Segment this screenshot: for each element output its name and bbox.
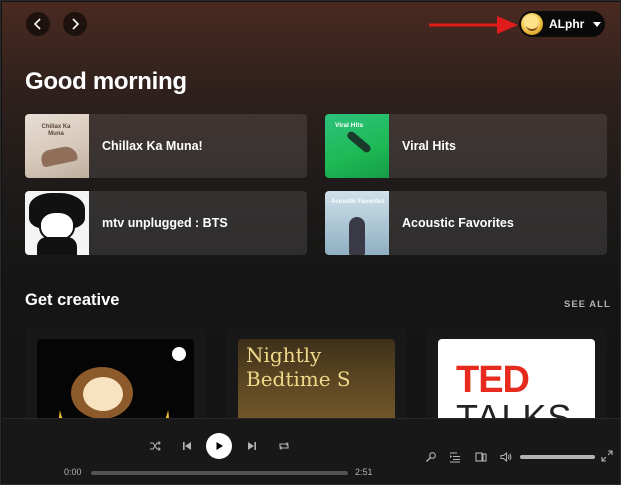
devices-button[interactable]: [474, 450, 488, 464]
user-menu-button[interactable]: ALphr: [519, 11, 605, 37]
section-title: Get creative: [25, 291, 120, 309]
player-bar: 0:00 2:51: [2, 418, 620, 484]
lyrics-button[interactable]: [424, 450, 438, 464]
card-art-text: Nightly Bedtime S: [246, 343, 351, 391]
back-button[interactable]: [26, 12, 50, 36]
duration-time: 2:51: [355, 467, 373, 477]
main-view: ALphr Good morning Chillax Ka Muna Chill…: [2, 2, 620, 418]
volume-slider[interactable]: [520, 455, 595, 459]
cover-text: Acoustic Favorites: [331, 199, 385, 205]
devices-icon: [475, 452, 487, 462]
card-art: TED TALKS: [438, 339, 595, 418]
shortcut-label: Viral Hits: [402, 139, 456, 153]
playlist-cover: Acoustic Favorites: [325, 191, 389, 255]
shortcut-label: Acoustic Favorites: [402, 216, 514, 230]
card-sleep[interactable]: [25, 327, 206, 418]
fullscreen-icon: [601, 450, 613, 462]
cover-text: Chillax Ka Muna: [41, 124, 71, 137]
chevron-left-icon: [33, 18, 41, 30]
queue-button[interactable]: [448, 450, 462, 464]
playlist-cover: Viral Hits: [325, 114, 389, 178]
shortcut-mtv-unplugged-bts[interactable]: mtv unplugged : BTS: [25, 191, 307, 255]
shortcut-label: mtv unplugged : BTS: [102, 216, 228, 230]
cover-text: Viral Hits: [335, 122, 364, 129]
playlist-cover: Chillax Ka Muna: [25, 114, 89, 178]
volume-icon: [500, 451, 512, 463]
forward-button[interactable]: [63, 12, 87, 36]
card-art: [37, 339, 194, 418]
queue-icon: [450, 452, 460, 463]
progress-bar[interactable]: [91, 471, 348, 475]
skip-forward-icon: [248, 442, 256, 450]
shuffle-button[interactable]: [148, 439, 162, 453]
shuffle-icon: [150, 441, 161, 451]
chevron-right-icon: [72, 18, 80, 30]
play-button[interactable]: [206, 433, 232, 459]
user-name: ALphr: [549, 17, 585, 31]
card-ted-talks[interactable]: TED TALKS: [426, 327, 607, 418]
shortcut-chillax[interactable]: Chillax Ka Muna Chillax Ka Muna!: [25, 114, 307, 178]
volume-button[interactable]: [499, 450, 513, 464]
play-icon: [216, 442, 223, 450]
previous-button[interactable]: [180, 439, 194, 453]
avatar: [521, 13, 543, 35]
shortcut-label: Chillax Ka Muna!: [102, 139, 203, 153]
see-all-link[interactable]: SEE ALL: [564, 299, 611, 310]
next-button[interactable]: [245, 439, 259, 453]
card-art: Nightly Bedtime S: [238, 339, 395, 418]
shortcut-acoustic-favorites[interactable]: Acoustic Favorites Acoustic Favorites: [325, 191, 607, 255]
playlist-cover: [25, 191, 89, 255]
app-window: ALphr Good morning Chillax Ka Muna Chill…: [0, 0, 621, 485]
annotation-arrow: [429, 16, 518, 34]
caret-down-icon: [593, 21, 602, 27]
fullscreen-button[interactable]: [601, 450, 613, 462]
repeat-icon: [279, 442, 289, 450]
podcast-badge-icon: [172, 347, 186, 361]
elapsed-time: 0:00: [64, 467, 82, 477]
shortcut-viral-hits[interactable]: Viral Hits Viral Hits: [325, 114, 607, 178]
page-title: Good morning: [25, 68, 187, 95]
card-art-subtitle: TALKS: [456, 397, 573, 418]
lyrics-icon: [426, 452, 436, 462]
skip-back-icon: [183, 442, 191, 450]
repeat-button[interactable]: [277, 439, 291, 453]
card-art-title: TED: [456, 359, 530, 401]
card-nightly-bedtime[interactable]: Nightly Bedtime S: [226, 327, 407, 418]
